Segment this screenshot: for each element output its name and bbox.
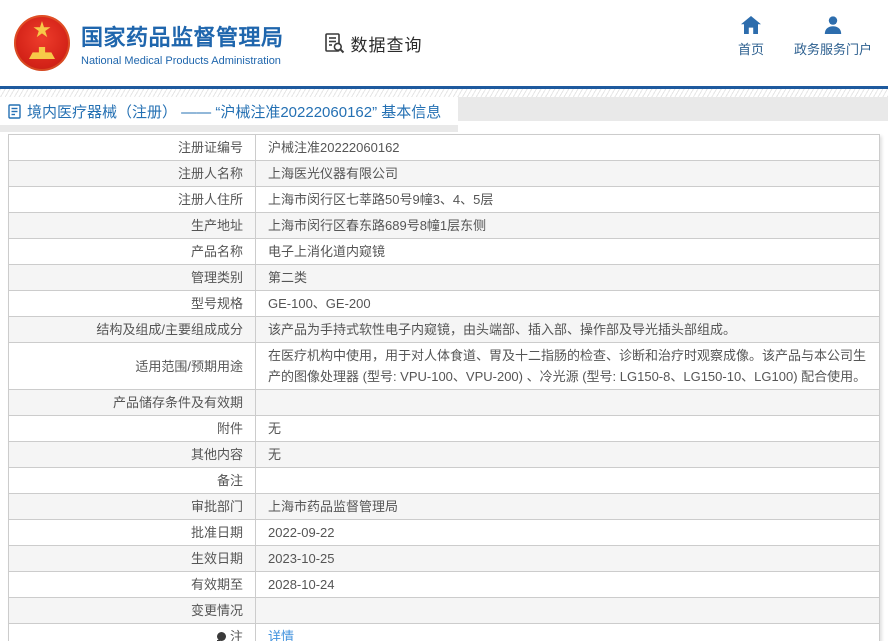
field-value: 该产品为手持式软性电子内窥镜，由头端部、插入部、操作部及导光插头部组成。 <box>255 316 880 343</box>
note-balloon-icon <box>216 632 226 641</box>
nav-gov-portal-label: 政务服务门户 <box>793 42 872 57</box>
field-value: 电子上消化道内窥镜 <box>255 238 880 265</box>
site-subtitle: National Medical Products Administration <box>81 54 281 67</box>
field-value <box>255 597 880 624</box>
field-value: 第二类 <box>255 264 880 291</box>
field-label: 注 <box>8 623 256 641</box>
table-row: 生产地址 上海市闵行区春东路689号8幢1层东侧 <box>8 212 880 239</box>
breadcrumb-underline <box>0 125 458 132</box>
table-row: 注册人住所 上海市闵行区七莘路50号9幢3、4、5层 <box>8 186 880 213</box>
field-value: 上海医光仪器有限公司 <box>255 160 880 187</box>
document-search-icon <box>324 33 344 54</box>
table-row: 注册人名称 上海医光仪器有限公司 <box>8 160 880 187</box>
site-header: ★ 国家药品监督管理局 National Medical Products Ad… <box>0 0 888 86</box>
field-value <box>255 467 880 494</box>
field-label: 其他内容 <box>8 441 256 468</box>
field-label: 型号规格 <box>8 290 256 317</box>
table-row: 备注 <box>8 467 880 494</box>
table-row: 产品名称 电子上消化道内窥镜 <box>8 238 880 265</box>
field-value: 上海市闵行区七莘路50号9幢3、4、5层 <box>255 186 880 213</box>
breadcrumb: 境内医疗器械（注册） —— “沪械注准20222060162” 基本信息 <box>8 101 441 122</box>
document-icon <box>8 104 21 119</box>
data-query-label: 数据查询 <box>350 35 423 55</box>
field-value: 详情 <box>255 623 880 641</box>
field-value <box>255 389 880 416</box>
breadcrumb-text: 境内医疗器械（注册） —— “沪械注准20222060162” 基本信息 <box>27 104 442 121</box>
field-label: 生效日期 <box>8 545 256 572</box>
field-label: 产品名称 <box>8 238 256 265</box>
table-row: 管理类别 第二类 <box>8 264 880 291</box>
table-row: 批准日期 2022-09-22 <box>8 519 880 546</box>
field-value: 在医疗机构中使用，用于对人体食道、胃及十二指肠的检查、诊断和治疗时观察成像。该产… <box>255 342 880 390</box>
field-label: 适用范围/预期用途 <box>8 342 256 390</box>
table-row: 注册证编号 沪械注准20222060162 <box>8 134 880 161</box>
page: ★ 国家药品监督管理局 National Medical Products Ad… <box>0 0 888 641</box>
table-row: 变更情况 <box>8 597 880 624</box>
hatched-band <box>0 89 888 97</box>
field-label: 生产地址 <box>8 212 256 239</box>
china-national-emblem-icon: ★ <box>14 15 70 71</box>
field-label: 备注 <box>8 467 256 494</box>
field-label: 变更情况 <box>8 597 256 624</box>
breadcrumb-bar: 境内医疗器械（注册） —— “沪械注准20222060162” 基本信息 <box>0 97 888 132</box>
detail-link[interactable]: 详情 <box>268 629 294 641</box>
site-title: 国家药品监督管理局 <box>81 24 284 50</box>
table-row: 有效期至 2028-10-24 <box>8 571 880 598</box>
field-value: 上海市药品监督管理局 <box>255 493 880 520</box>
field-label: 结构及组成/主要组成成分 <box>8 316 256 343</box>
top-nav: 首页 政务服务门户 <box>738 16 872 58</box>
field-label: 产品储存条件及有效期 <box>8 389 256 416</box>
table-row: 其他内容无 <box>8 441 880 468</box>
field-value: 上海市闵行区春东路689号8幢1层东侧 <box>255 212 880 239</box>
nav-gov-portal[interactable]: 政务服务门户 <box>794 16 872 58</box>
field-label: 批准日期 <box>8 519 256 546</box>
site-logo[interactable]: ★ 国家药品监督管理局 National Medical Products Ad… <box>14 15 284 71</box>
table-row: 审批部门 上海市药品监督管理局 <box>8 493 880 520</box>
table-row: 产品储存条件及有效期 <box>8 389 880 416</box>
table-row: 型号规格 GE-100、GE-200 <box>8 290 880 317</box>
table-row: 结构及组成/主要组成成分 该产品为手持式软性电子内窥镜，由头端部、插入部、操作部及… <box>8 316 880 343</box>
field-value: 2023-10-25 <box>255 545 880 572</box>
table-row: 注详情 <box>8 623 880 641</box>
table-row: 生效日期 2023-10-25 <box>8 545 880 572</box>
registration-info-table: 注册证编号 沪械注准20222060162 注册人名称 上海医光仪器有限公司 注册人住所… <box>8 134 880 641</box>
home-icon <box>740 16 761 34</box>
field-label: 附件 <box>8 415 256 442</box>
field-label: 注册人住所 <box>8 186 256 213</box>
field-value: 无 <box>255 415 880 442</box>
field-label: 有效期至 <box>8 571 256 598</box>
field-value: 无 <box>255 441 880 468</box>
table-row: 适用范围/预期用途 在医疗机构中使用，用于对人体食道、胃及十二指肠的检查、诊断和治… <box>8 342 880 390</box>
user-icon <box>824 16 842 34</box>
data-query-section[interactable]: 数据查询 <box>322 31 423 56</box>
field-label: 注册人名称 <box>8 160 256 187</box>
field-label: 管理类别 <box>8 264 256 291</box>
field-label: 注册证编号 <box>8 134 256 161</box>
nav-home[interactable]: 首页 <box>738 16 764 58</box>
field-label: 审批部门 <box>8 493 256 520</box>
field-value: 沪械注准20222060162 <box>255 134 880 161</box>
table-row: 附件无 <box>8 415 880 442</box>
table-body: 注册证编号 沪械注准20222060162 注册人名称 上海医光仪器有限公司 注册人住所… <box>8 134 880 641</box>
nav-home-label: 首页 <box>737 42 764 57</box>
field-value: 2028-10-24 <box>255 571 880 598</box>
field-value: GE-100、GE-200 <box>255 290 880 317</box>
breadcrumb-bar-fill <box>458 97 888 121</box>
field-value: 2022-09-22 <box>255 519 880 546</box>
